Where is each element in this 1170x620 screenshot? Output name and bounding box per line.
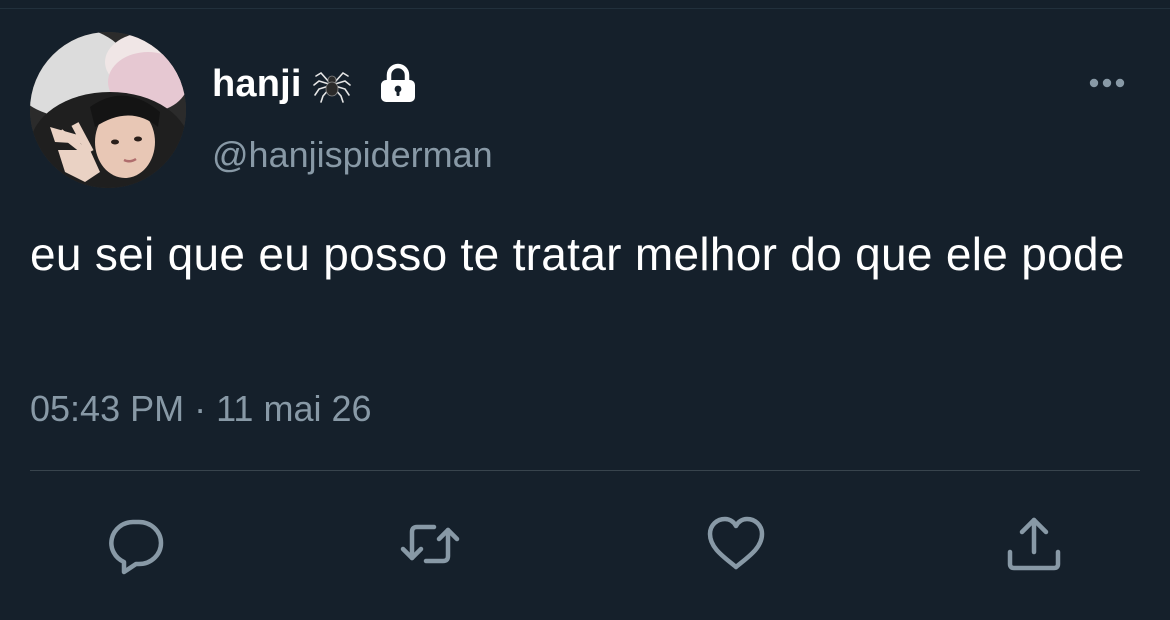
more-options-button[interactable] — [1082, 66, 1132, 100]
divider — [30, 470, 1140, 471]
like-button[interactable] — [704, 512, 768, 576]
spider-icon — [312, 64, 352, 104]
user-handle[interactable]: @hanjispiderman — [212, 134, 493, 176]
upload-icon — [1007, 517, 1061, 571]
tweet-text: eu sei que eu posso te tratar melhor do … — [30, 228, 1125, 280]
display-name[interactable]: hanji — [212, 62, 420, 106]
display-name-text: hanji — [212, 62, 302, 105]
more-dots-icon — [1089, 78, 1125, 88]
avatar[interactable] — [30, 32, 186, 188]
retweet-button[interactable] — [398, 512, 462, 576]
heart-icon — [707, 516, 765, 570]
lock-icon — [376, 62, 420, 106]
speech-bubble-icon — [109, 519, 164, 575]
tweet-timestamp[interactable]: 05:43 PM · 11 mai 26 — [30, 388, 372, 430]
tweet-card: hanji @hanjispiderman eu sei que eu poss… — [0, 0, 1170, 620]
share-button[interactable] — [1002, 512, 1066, 576]
reply-button[interactable] — [103, 512, 167, 576]
top-border — [0, 8, 1170, 9]
profile-photo-icon — [30, 32, 186, 188]
retweet-arrows-icon — [400, 524, 460, 564]
